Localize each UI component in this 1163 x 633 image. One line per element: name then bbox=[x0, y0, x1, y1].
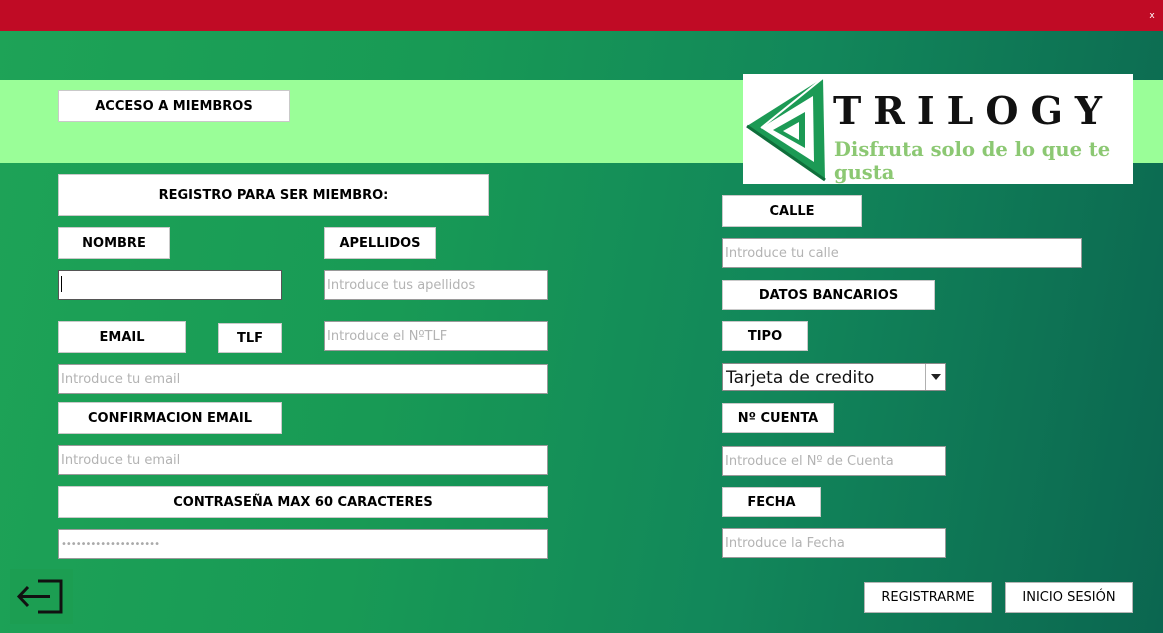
title-bar: x bbox=[0, 0, 1163, 31]
tlf-label: TLF bbox=[218, 323, 282, 353]
bank-data-title: DATOS BANCARIOS bbox=[722, 280, 935, 310]
cuenta-label: Nº CUENTA bbox=[722, 403, 834, 433]
email-confirm-label: CONFIRMACION EMAIL bbox=[58, 402, 282, 434]
tipo-selected-value: Tarjeta de credito bbox=[726, 368, 875, 388]
exit-button[interactable] bbox=[10, 569, 73, 624]
registration-title: REGISTRO PARA SER MIEMBRO: bbox=[58, 174, 489, 216]
apellidos-label: APELLIDOS bbox=[324, 227, 436, 259]
chevron-down-icon[interactable] bbox=[925, 364, 945, 390]
calle-label: CALLE bbox=[722, 195, 862, 227]
nombre-label: NOMBRE bbox=[58, 227, 170, 259]
logo: TRILOGY Disfruta solo de lo que te gusta bbox=[743, 74, 1133, 184]
nombre-input[interactable] bbox=[58, 270, 282, 300]
exit-icon bbox=[16, 579, 63, 614]
close-button[interactable]: x bbox=[1144, 8, 1160, 24]
fecha-label: FECHA bbox=[722, 487, 821, 517]
password-input[interactable]: •••••••••••••••••••• bbox=[58, 529, 548, 559]
calle-input[interactable] bbox=[722, 238, 1082, 268]
register-button[interactable]: REGISTRARME bbox=[864, 582, 992, 613]
tipo-label: TIPO bbox=[722, 321, 808, 351]
email-input[interactable] bbox=[58, 364, 548, 394]
password-label: CONTRASEÑA MAX 60 CARACTERES bbox=[58, 486, 548, 518]
tlf-input[interactable] bbox=[324, 321, 548, 351]
email-confirm-input[interactable] bbox=[58, 445, 548, 475]
triangle-logo-icon bbox=[746, 77, 826, 182]
apellidos-input[interactable] bbox=[324, 270, 548, 300]
cuenta-input[interactable] bbox=[722, 446, 946, 476]
text-cursor bbox=[61, 276, 62, 292]
tipo-select[interactable]: Tarjeta de credito bbox=[722, 363, 946, 391]
fecha-input[interactable] bbox=[722, 528, 946, 558]
email-label: EMAIL bbox=[58, 321, 186, 353]
logo-title: TRILOGY bbox=[833, 88, 1115, 133]
member-access-label: ACCESO A MIEMBROS bbox=[58, 90, 290, 122]
logo-tagline: Disfruta solo de lo que te gusta bbox=[834, 138, 1111, 184]
login-button[interactable]: INICIO SESIÓN bbox=[1005, 582, 1133, 613]
